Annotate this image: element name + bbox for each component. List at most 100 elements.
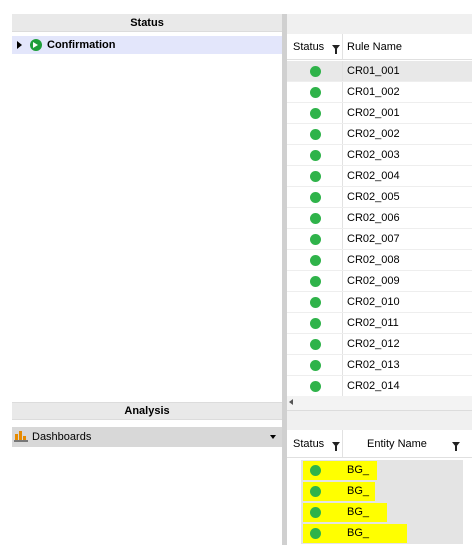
column-divider [342,145,343,165]
table-row[interactable]: CR02_003 [287,145,472,166]
table-row[interactable]: BG_ [287,523,472,544]
column-divider[interactable] [342,430,343,457]
status-green-dot-icon [310,486,321,497]
table-row[interactable]: CR02_004 [287,166,472,187]
rule-name-cell: CR02_002 [347,128,400,140]
tree-item-label: Confirmation [47,39,116,51]
status-panel-header: Status [12,14,282,32]
table-row[interactable]: CR01_002 [287,82,472,103]
table-row[interactable]: CR02_007 [287,229,472,250]
analysis-panel: Analysis Dashboards [12,402,282,545]
status-green-dot-icon [310,108,321,119]
status-green-dot-icon [310,150,321,161]
rule-name-cell: CR01_001 [347,65,400,77]
rule-name-cell: CR02_007 [347,233,400,245]
analysis-panel-header: Analysis [12,402,282,420]
table-row[interactable]: CR02_010 [287,292,472,313]
column-divider [342,61,343,81]
column-divider [342,187,343,207]
status-green-dot-icon [310,507,321,518]
rule-name-cell: CR01_002 [347,86,400,98]
column-divider [342,292,343,312]
status-tree-panel: Status Confirmation [12,14,282,398]
status-green-dot-icon [310,465,321,476]
column-header-status[interactable]: Status [293,41,324,53]
entity-grid-header: Status Entity Name [287,430,472,458]
entity-name-cell: BG_ [347,485,370,497]
column-divider [342,334,343,354]
table-row[interactable]: CR02_014 [287,376,472,396]
column-divider [342,271,343,291]
filter-icon[interactable] [452,442,460,451]
column-divider[interactable] [342,34,343,59]
status-green-dot-icon [310,318,321,329]
entity-name-cell: BG_ [347,527,370,539]
dashboards-dropdown[interactable]: Dashboards [12,427,282,447]
entity-grid: Status Entity Name BG_ BG_ BG_ BG_ [287,430,472,545]
status-green-dot-icon [310,66,321,77]
status-green-dot-icon [310,297,321,308]
column-header-status[interactable]: Status [293,438,324,450]
column-header-rule-name[interactable]: Rule Name [347,41,402,53]
table-row[interactable]: BG_ [287,502,472,523]
status-green-dot-icon [310,213,321,224]
table-row[interactable]: CR02_009 [287,271,472,292]
rule-name-cell: CR02_010 [347,296,400,308]
table-row[interactable]: CR02_013 [287,355,472,376]
status-green-dot-icon [310,129,321,140]
table-row[interactable]: CR02_005 [287,187,472,208]
status-green-dot-icon [310,360,321,371]
rules-grid-toolbar [287,14,472,34]
rule-name-cell: CR02_009 [347,275,400,287]
dashboards-label: Dashboards [32,431,92,443]
status-green-dot-icon [310,255,321,266]
horizontal-scrollbar[interactable] [287,396,472,410]
rule-name-cell: CR02_001 [347,107,400,119]
table-row[interactable]: BG_ [287,481,472,502]
status-green-dot-icon [310,276,321,287]
rule-name-cell: CR02_005 [347,191,400,203]
column-header-entity-name[interactable]: Entity Name [367,438,427,450]
table-row[interactable]: CR02_012 [287,334,472,355]
rules-grid-header: Status Rule Name [287,34,472,60]
entity-name-cell: BG_ [347,464,370,476]
column-divider [342,313,343,333]
dashboard-chart-icon [14,431,28,442]
column-divider [342,166,343,186]
table-row[interactable]: BG_ [287,460,472,481]
status-green-dot-icon [310,528,321,539]
table-row[interactable]: CR02_006 [287,208,472,229]
rule-name-cell: CR02_011 [347,317,399,329]
column-divider [342,124,343,144]
expand-arrow-icon[interactable] [17,41,22,49]
table-row[interactable]: CR02_011 [287,313,472,334]
status-green-dot-icon [310,234,321,245]
rule-name-cell: CR02_008 [347,254,400,266]
table-row[interactable]: CR02_002 [287,124,472,145]
filter-icon[interactable] [332,442,340,451]
status-green-dot-icon [310,381,321,392]
status-green-dot-icon [310,171,321,182]
rule-name-cell: CR02_006 [347,212,400,224]
status-green-dot-icon [310,87,321,98]
column-divider [342,376,343,396]
rules-grid: Status Rule Name CR01_001 CR01_002 CR02_00… [287,34,472,396]
table-row[interactable]: CR02_001 [287,103,472,124]
column-divider [342,208,343,228]
rule-name-cell: CR02_004 [347,170,400,182]
rule-name-cell: CR02_003 [347,149,400,161]
column-divider [342,229,343,249]
chevron-down-icon[interactable] [270,435,276,439]
table-row[interactable]: CR02_008 [287,250,472,271]
entity-grid-toolbar [287,410,472,430]
table-row[interactable]: CR01_001 [287,61,472,82]
status-green-dot-icon [310,192,321,203]
filter-icon[interactable] [332,45,340,54]
column-divider [342,82,343,102]
tree-item-confirmation[interactable]: Confirmation [12,36,282,54]
rule-name-cell: CR02_013 [347,359,400,371]
rule-name-cell: CR02_012 [347,338,400,350]
scroll-left-icon[interactable] [289,399,293,405]
column-divider [342,355,343,375]
green-arrow-circle-icon [30,39,42,51]
